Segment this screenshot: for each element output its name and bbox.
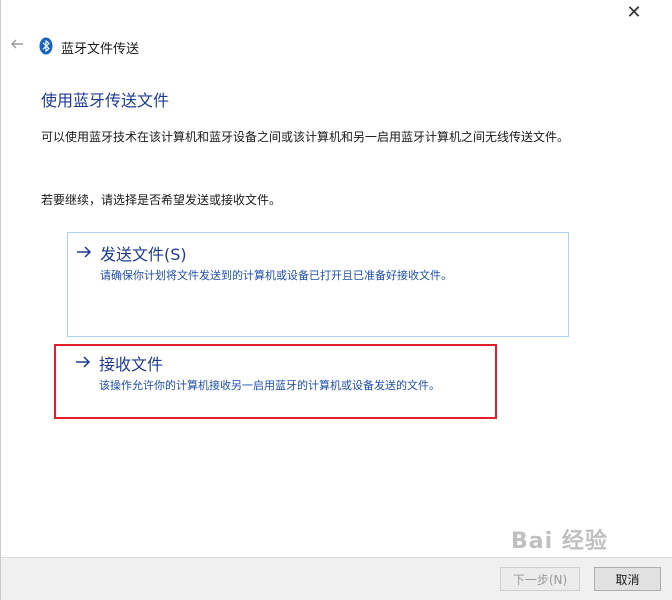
back-arrow-icon xyxy=(11,39,23,49)
close-icon: ✕ xyxy=(626,2,642,23)
window-title: 蓝牙文件传送 xyxy=(61,42,140,57)
instruction-text: 若要继续，请选择是否希望发送或接收文件。 xyxy=(41,193,282,207)
send-files-option[interactable]: 发送文件(S) 请确保你计划将文件发送到的计算机或设备已打开且已准备好接收文件。 xyxy=(67,232,569,337)
receive-files-title: 接收文件 xyxy=(99,355,164,374)
watermark: Bai 经验 xyxy=(511,529,608,554)
bluetooth-icon xyxy=(39,37,53,55)
receive-files-option[interactable]: 接收文件 该操作允许你的计算机接收另一启用蓝牙的计算机或设备发送的文件。 xyxy=(67,343,567,415)
next-button[interactable]: 下一步(N) xyxy=(500,567,580,591)
send-files-description: 请确保你计划将文件发送到的计算机或设备已打开且已准备好接收文件。 xyxy=(100,269,452,282)
send-files-title: 发送文件(S) xyxy=(100,245,187,264)
title-bar: 蓝牙文件传送 xyxy=(1,30,672,64)
right-arrow-icon xyxy=(76,356,91,368)
back-button[interactable] xyxy=(9,36,29,56)
bluetooth-transfer-window: ✕ 蓝牙文件传送 使用蓝牙传送文件 可以使用蓝牙技术在该计算机和蓝牙设备之间或该… xyxy=(0,0,672,600)
right-arrow-icon xyxy=(77,246,92,258)
description-text: 可以使用蓝牙技术在该计算机和蓝牙设备之间或该计算机和另一启用蓝牙计算机之间无线传… xyxy=(41,130,570,144)
close-button[interactable]: ✕ xyxy=(614,0,654,26)
receive-files-description: 该操作允许你的计算机接收另一启用蓝牙的计算机或设备发送的文件。 xyxy=(99,379,440,392)
dialog-footer: 下一步(N) 取消 xyxy=(1,557,672,600)
page-heading: 使用蓝牙传送文件 xyxy=(41,91,170,110)
cancel-button[interactable]: 取消 xyxy=(594,567,661,591)
